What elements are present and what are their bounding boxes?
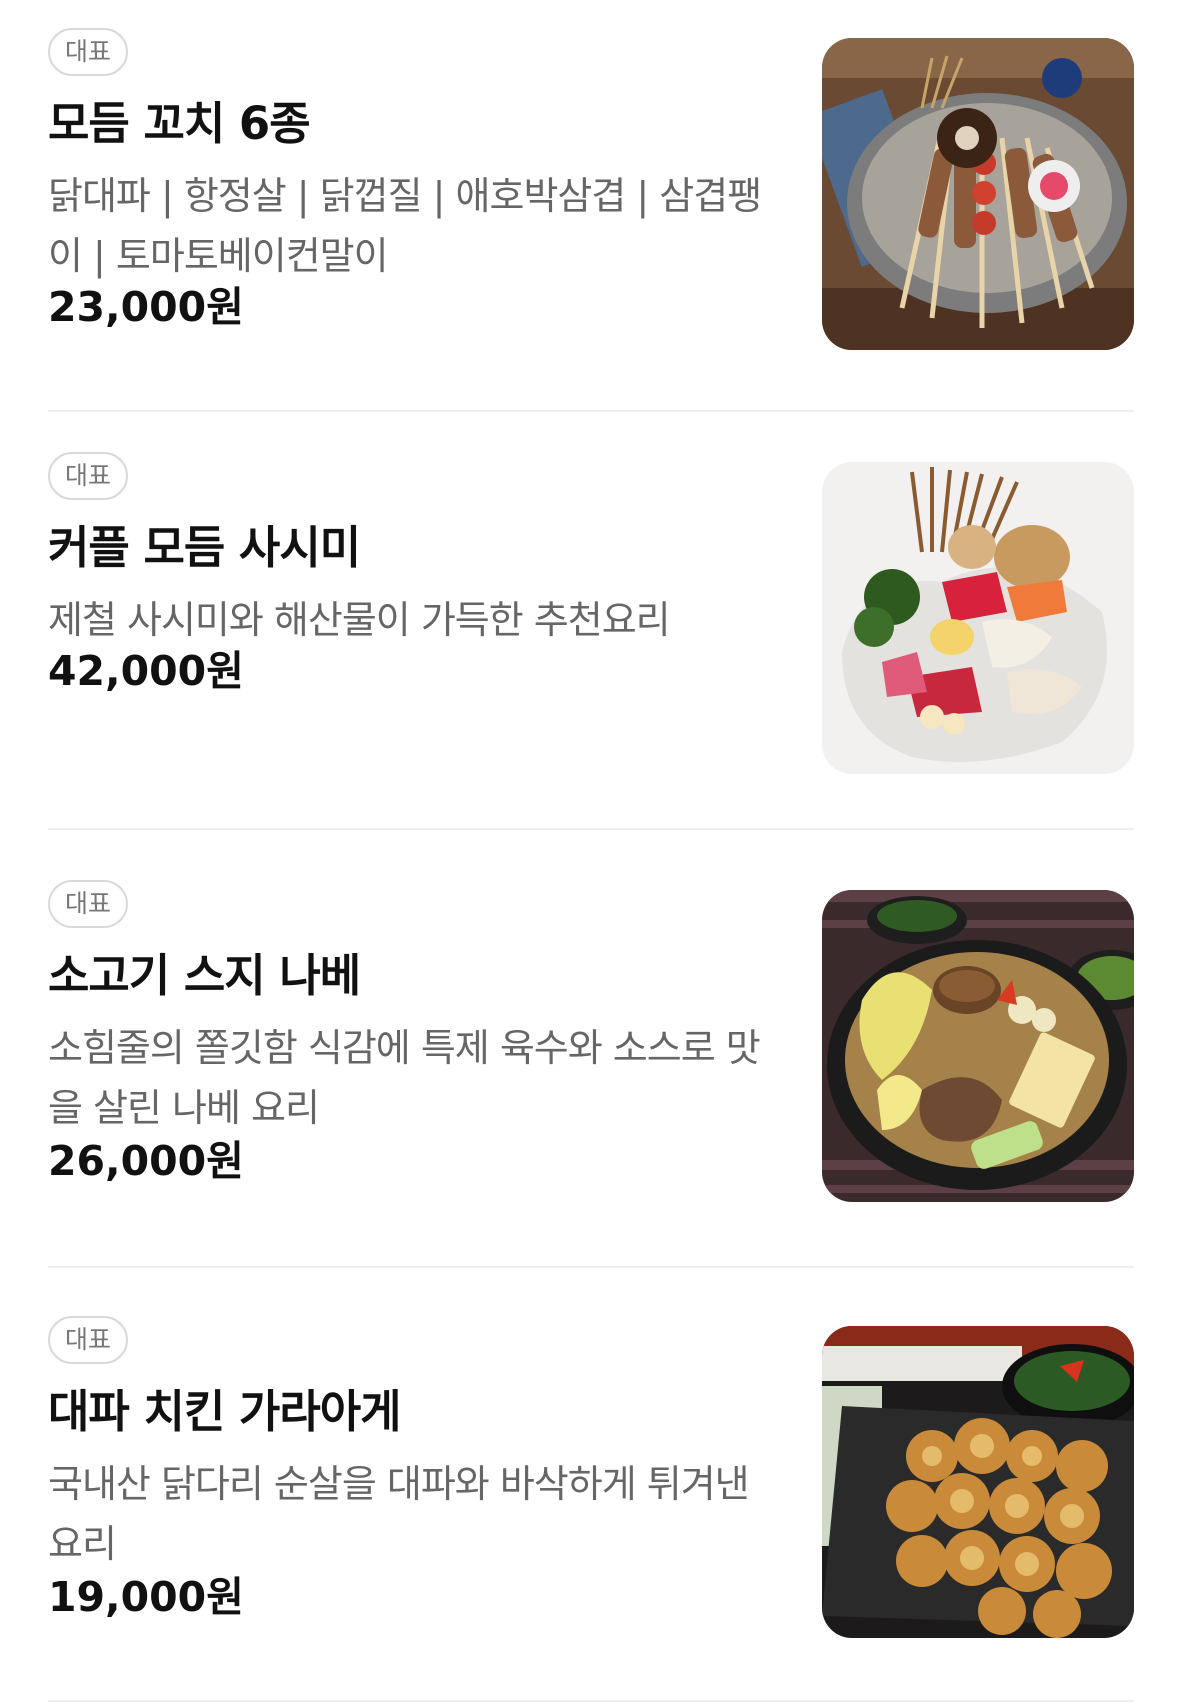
beef-nabe-image[interactable] [822,890,1134,1202]
beef-nabe-hotpot-photo-icon [822,890,1134,1202]
menu-item-description: 소힘줄의 쫄깃함 식감에 특제 육수와 소스로 맛을 살린 나베 요리 [48,1026,761,1130]
menu-item-beef-nabe[interactable]: 대표 소고기 스지 나베 소힘줄의 쫄깃함 식감에 특제 육수와 소스로 맛을 … [48,880,1134,1210]
menu-item-name: 대파 치킨 가라아게 [48,1385,402,1438]
menu-item-price: 26,000원 [48,1137,244,1185]
skewer-platter-photo-icon [822,38,1134,350]
sashimi-platter-image[interactable] [822,462,1134,774]
signature-badge: 대표 [48,28,129,76]
menu-list: 대표 모듬 꼬치 6종 닭대파 | 항정살 | 닭껍질 | 애호박삼겹 | 삼겹… [0,0,1179,1704]
menu-item-description: 닭대파 | 항정살 | 닭껍질 | 애호박삼겹 | 삼겹팽이 | 토마토베이컨말… [48,174,762,278]
menu-item-description: 국내산 닭다리 순살을 대파와 바삭하게 튀겨낸 요리 [48,1462,750,1566]
signature-badge: 대표 [48,1316,129,1364]
signature-badge: 대표 [48,452,129,500]
menu-item-skewers[interactable]: 대표 모듬 꼬치 6종 닭대파 | 항정살 | 닭껍질 | 애호박삼겹 | 삼겹… [48,28,1134,350]
fried-chicken-karaage-photo-icon [822,1326,1134,1638]
divider [48,1700,1134,1702]
divider [48,828,1134,830]
menu-item-price: 19,000원 [48,1573,244,1621]
sashimi-platter-photo-icon [822,462,1134,774]
menu-item-name: 모듬 꼬치 6종 [48,97,311,150]
menu-item-karaage[interactable]: 대표 대파 치킨 가라아게 국내산 닭다리 순살을 대파와 바삭하게 튀겨낸 요… [48,1316,1134,1646]
menu-item-price: 42,000원 [48,647,244,695]
skewer-platter-image[interactable] [822,38,1134,350]
menu-item-name: 커플 모듬 사시미 [48,521,361,574]
signature-badge: 대표 [48,880,129,928]
karaage-image[interactable] [822,1326,1134,1638]
menu-item-description: 제철 사시미와 해산물이 가득한 추천요리 [48,598,671,642]
divider [48,1266,1134,1268]
divider [48,410,1134,412]
menu-item-name: 소고기 스지 나베 [48,949,361,1002]
menu-item-sashimi[interactable]: 대표 커플 모듬 사시미 제철 사시미와 해산물이 가득한 추천요리 42,00… [48,452,1134,774]
menu-item-price: 23,000원 [48,283,244,331]
